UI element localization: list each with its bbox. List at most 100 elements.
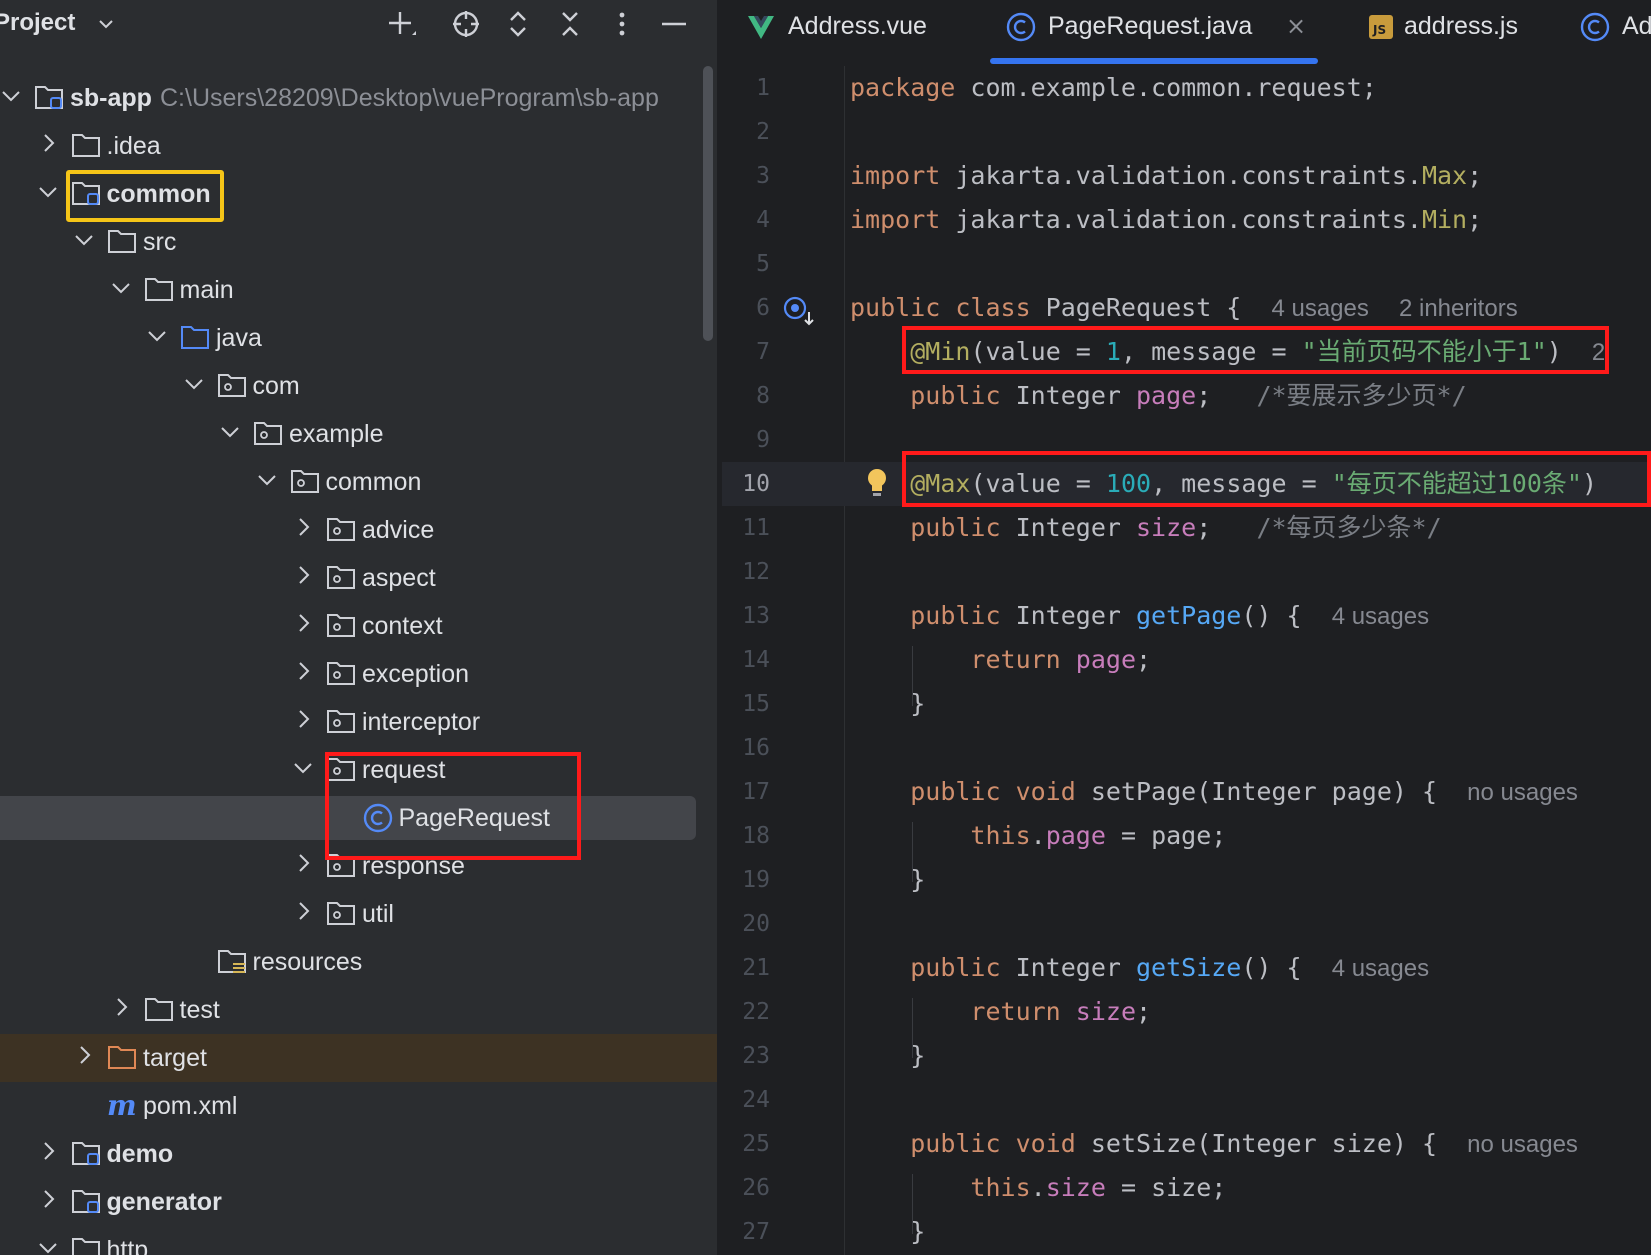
chevron-down-icon[interactable] bbox=[35, 178, 61, 208]
chevron-right-icon[interactable] bbox=[35, 1138, 61, 1168]
line-number[interactable]: 7 bbox=[722, 336, 770, 368]
line-number[interactable]: 8 bbox=[722, 380, 770, 412]
line-number[interactable]: 11 bbox=[722, 512, 770, 544]
line-number[interactable]: 19 bbox=[722, 864, 770, 896]
chevron-right-icon[interactable] bbox=[290, 658, 316, 688]
line-number[interactable]: 10 bbox=[722, 468, 770, 500]
tree-item-test[interactable]: test bbox=[0, 986, 717, 1034]
tab-address-js[interactable]: JS address.js bbox=[1344, 0, 1554, 66]
code-line[interactable]: 18 this.page = page; bbox=[722, 814, 1651, 858]
tree-item-context[interactable]: context bbox=[0, 602, 717, 650]
line-number[interactable]: 22 bbox=[722, 996, 770, 1028]
tree-item-java[interactable]: java bbox=[0, 314, 717, 362]
code-line[interactable]: 6 public class PageRequest { 4 usages 2 i… bbox=[722, 286, 1651, 330]
line-number[interactable]: 13 bbox=[722, 600, 770, 632]
line-number[interactable]: 9 bbox=[722, 424, 770, 456]
code-line[interactable]: 17 public void setPage(Integer page) { n… bbox=[722, 770, 1651, 814]
add-icon[interactable] bbox=[384, 8, 420, 44]
chevron-right-icon[interactable] bbox=[290, 898, 316, 928]
project-panel-title[interactable]: Project bbox=[0, 9, 75, 37]
tab-address-vue[interactable]: Address.vue bbox=[722, 0, 972, 66]
line-number[interactable]: 24 bbox=[722, 1084, 770, 1116]
code-line[interactable]: 2 bbox=[722, 110, 1651, 154]
code-line[interactable]: 1 package com.example.common.request; bbox=[722, 66, 1651, 110]
line-number[interactable]: 12 bbox=[722, 556, 770, 588]
tree-item-aspect[interactable]: aspect bbox=[0, 554, 717, 602]
line-number[interactable]: 17 bbox=[722, 776, 770, 808]
line-number[interactable]: 2 bbox=[722, 116, 770, 148]
line-number[interactable]: 5 bbox=[722, 248, 770, 280]
tree-item-example[interactable]: example bbox=[0, 410, 717, 458]
line-number[interactable]: 18 bbox=[722, 820, 770, 852]
line-number[interactable]: 15 bbox=[722, 688, 770, 720]
code-line[interactable]: 5 bbox=[722, 242, 1651, 286]
chevron-right-icon[interactable] bbox=[290, 706, 316, 736]
chevron-right-icon[interactable] bbox=[108, 994, 134, 1024]
code-line[interactable]: 14 return page; bbox=[722, 638, 1651, 682]
tab-pagerequest-java[interactable]: PageRequest.java × bbox=[990, 0, 1320, 66]
code-line[interactable]: 13 public Integer getPage() { 4 usages bbox=[722, 594, 1651, 638]
chevron-right-icon[interactable] bbox=[35, 1186, 61, 1216]
chevron-right-icon[interactable] bbox=[35, 130, 61, 160]
code-line[interactable]: 26 this.size = size; bbox=[722, 1166, 1651, 1210]
tree-item-main[interactable]: main bbox=[0, 266, 717, 314]
chevron-down-icon[interactable] bbox=[71, 226, 97, 256]
locate-icon[interactable] bbox=[448, 8, 484, 44]
line-number[interactable]: 4 bbox=[722, 204, 770, 236]
code-line[interactable]: 20 bbox=[722, 902, 1651, 946]
line-number[interactable]: 26 bbox=[722, 1172, 770, 1204]
chevron-down-icon[interactable] bbox=[35, 1234, 61, 1255]
code-line[interactable]: 4 import jakarta.validation.constraints.M… bbox=[722, 198, 1651, 242]
chevron-down-icon[interactable] bbox=[0, 82, 24, 112]
line-number[interactable]: 14 bbox=[722, 644, 770, 676]
lightbulb-icon[interactable] bbox=[864, 466, 890, 500]
tree-item-src[interactable]: src bbox=[0, 218, 717, 266]
line-number[interactable]: 6 bbox=[722, 292, 770, 324]
code-line[interactable]: 11 public Integer size; /*每页多少条*/ bbox=[722, 506, 1651, 550]
chevron-down-icon[interactable] bbox=[108, 274, 134, 304]
tree-item-target[interactable]: target bbox=[0, 1034, 717, 1082]
tree-item-exception[interactable]: exception bbox=[0, 650, 717, 698]
chevron-down-icon[interactable] bbox=[254, 466, 280, 496]
tree-item-sb-app[interactable]: sb-app C:\Users\28209\Desktop\vueProgram\… bbox=[0, 74, 717, 122]
line-number[interactable]: 27 bbox=[722, 1216, 770, 1248]
tree-item-interceptor[interactable]: interceptor bbox=[0, 698, 717, 746]
line-number[interactable]: 21 bbox=[722, 952, 770, 984]
chevron-right-icon[interactable] bbox=[290, 610, 316, 640]
chevron-down-icon[interactable] bbox=[181, 370, 207, 400]
chevron-right-icon[interactable] bbox=[290, 562, 316, 592]
code-line[interactable]: 19 } bbox=[722, 858, 1651, 902]
tree-item-advice[interactable]: advice bbox=[0, 506, 717, 554]
tree-item-com[interactable]: com bbox=[0, 362, 717, 410]
code-line[interactable]: 24 bbox=[722, 1078, 1651, 1122]
minimize-icon[interactable] bbox=[656, 8, 692, 44]
tree-item-common[interactable]: common bbox=[0, 458, 717, 506]
tree-item-resources[interactable]: resources bbox=[0, 938, 717, 986]
line-number[interactable]: 3 bbox=[722, 160, 770, 192]
code-line[interactable]: 22 return size; bbox=[722, 990, 1651, 1034]
code-line[interactable]: 23 } bbox=[722, 1034, 1651, 1078]
chevron-down-icon[interactable] bbox=[144, 322, 170, 352]
line-number[interactable]: 23 bbox=[722, 1040, 770, 1072]
tree-item-util[interactable]: util bbox=[0, 890, 717, 938]
line-number[interactable]: 25 bbox=[722, 1128, 770, 1160]
chevron-right-icon[interactable] bbox=[290, 514, 316, 544]
chevron-right-icon[interactable] bbox=[71, 1042, 97, 1072]
code-line[interactable]: 12 bbox=[722, 550, 1651, 594]
tree-item-idea[interactable]: .idea bbox=[0, 122, 717, 170]
close-all-icon[interactable] bbox=[552, 8, 588, 44]
code-line[interactable]: 27 } bbox=[722, 1210, 1651, 1254]
code-line[interactable]: 21 public Integer getSize() { 4 usages bbox=[722, 946, 1651, 990]
inheritors-gutter-icon[interactable] bbox=[782, 294, 816, 328]
chevron-down-icon[interactable] bbox=[217, 418, 243, 448]
more-icon[interactable] bbox=[604, 8, 640, 44]
tree-item-generator[interactable]: generator bbox=[0, 1178, 717, 1226]
code-line[interactable]: 15 } bbox=[722, 682, 1651, 726]
code-line[interactable]: 3 import jakarta.validation.constraints.M… bbox=[722, 154, 1651, 198]
tree-item-pom-xml[interactable]: m pom.xml bbox=[0, 1082, 717, 1130]
tab-ad[interactable]: Ad bbox=[1578, 0, 1651, 66]
expand-collapse-icon[interactable] bbox=[500, 8, 536, 44]
tree-item-demo[interactable]: demo bbox=[0, 1130, 717, 1178]
line-number[interactable]: 1 bbox=[722, 72, 770, 104]
code-line[interactable]: 25 public void setSize(Integer size) { n… bbox=[722, 1122, 1651, 1166]
